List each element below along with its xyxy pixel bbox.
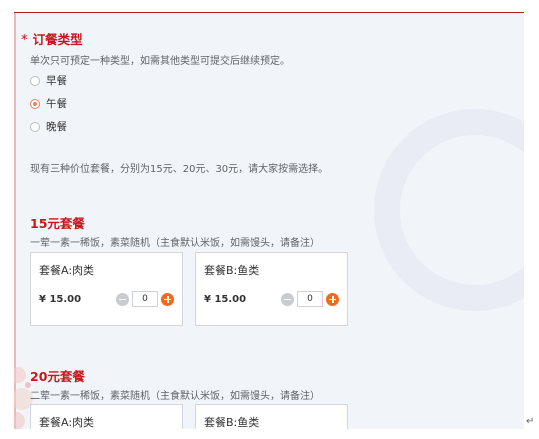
meal-card-15-a: 套餐A:肉类 ¥ 15.00 — [30, 252, 183, 326]
minus-icon[interactable] — [116, 292, 129, 306]
required-mark: * — [21, 33, 28, 48]
radio-button[interactable] — [30, 121, 40, 132]
section-desc-15: 一荤一素一稀饭，素菜随机（主食默认米饭，如需馒头，请备注） — [30, 238, 320, 249]
section-title-15: 15元套餐 — [30, 216, 85, 231]
radio-option-breakfast[interactable]: 早餐 — [30, 73, 67, 88]
paragraph-mark: ↵ — [526, 416, 535, 427]
radio-label: 早餐 — [46, 75, 67, 87]
meal-name: 套餐A:肉类 — [39, 264, 95, 277]
quantity-stepper — [281, 291, 339, 307]
meal-type-heading: * 订餐类型 — [21, 29, 83, 48]
background-watermark — [374, 109, 524, 311]
meal-card-20-b: 套餐B:鱼类 — [195, 404, 348, 429]
meal-type-hint: 单次只可预定一种类型，如需其他类型可提交后继续预定。 — [30, 56, 290, 67]
plus-icon[interactable] — [161, 292, 174, 306]
section-desc-20: 二荤一素一稀饭，素菜随机（主食默认米饭，如需馒头，请备注） — [30, 391, 320, 402]
radio-label: 午餐 — [46, 98, 67, 110]
quantity-input[interactable] — [297, 291, 323, 307]
radio-option-dinner[interactable]: 晚餐 — [30, 119, 67, 134]
meal-name: 套餐A:肉类 — [39, 416, 95, 429]
meal-card-15-b: 套餐B:鱼类 ¥ 15.00 — [195, 252, 348, 326]
radio-label: 晚餐 — [46, 121, 67, 133]
meal-price: ¥ 15.00 — [39, 294, 82, 305]
meal-price: ¥ 15.00 — [204, 294, 247, 305]
quantity-input[interactable] — [132, 291, 158, 307]
minus-icon[interactable] — [281, 292, 294, 306]
order-form-panel: * 订餐类型 单次只可预定一种类型，如需其他类型可提交后继续预定。 早餐 午餐 … — [14, 12, 524, 429]
meal-name: 套餐B:鱼类 — [204, 416, 260, 429]
section-title-20: 20元套餐 — [30, 369, 85, 384]
meal-name: 套餐B:鱼类 — [204, 264, 260, 277]
plus-icon[interactable] — [326, 292, 339, 306]
radio-button[interactable] — [30, 75, 40, 86]
meal-type-title: 订餐类型 — [32, 32, 83, 47]
radio-button-selected[interactable] — [30, 98, 40, 109]
meal-card-20-a: 套餐A:肉类 — [30, 404, 183, 429]
quantity-stepper — [116, 291, 174, 307]
radio-option-lunch[interactable]: 午餐 — [30, 96, 67, 111]
price-note: 现有三种价位套餐，分别为15元、20元、30元，请大家按需选择。 — [30, 164, 329, 175]
